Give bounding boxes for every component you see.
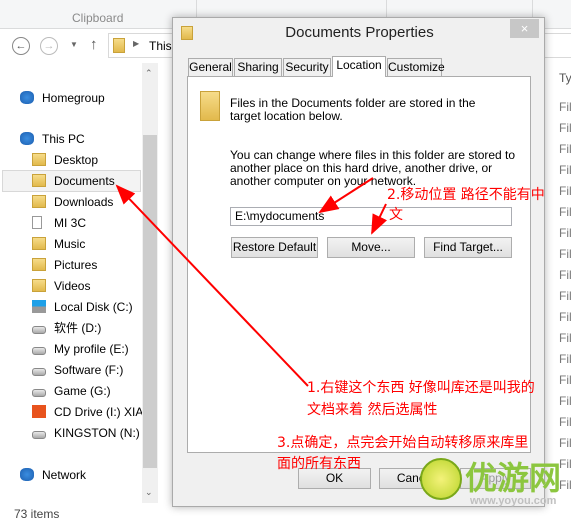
annotation-3-line2: 面的所有东西 (277, 456, 361, 472)
mascot-icon (420, 458, 462, 500)
arrow-to-path (318, 177, 374, 214)
arrow-to-move (371, 203, 388, 235)
annotation-2-line2: 文 (389, 207, 403, 223)
annotation-1-line1: 1.右键这个东西 好像叫库还是叫我的 (307, 380, 535, 396)
watermark-url: www.yoyou.com (470, 495, 557, 507)
annotation-2-line1: 2.移动位置 路径不能有中 (387, 187, 545, 203)
annotation-1-line2: 文档来着 然后选属性 (307, 402, 438, 418)
annotation-3-line1: 3.点确定，点完会开始自动转移原来库里 (277, 435, 529, 451)
tab-location[interactable]: Location (332, 56, 386, 77)
arrow-to-documents (115, 184, 309, 387)
watermark-brand: 优游网 (465, 459, 562, 497)
